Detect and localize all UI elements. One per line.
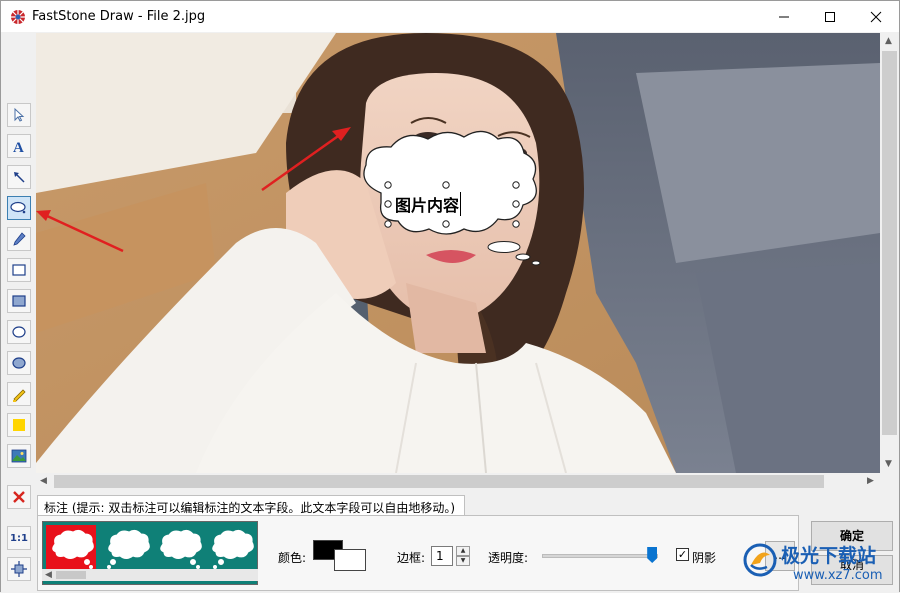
text-a-icon: A — [13, 140, 24, 154]
border-width-input[interactable]: 1 — [431, 546, 453, 566]
pencil-icon — [13, 232, 26, 246]
filled-rectangle-icon — [12, 295, 26, 307]
watermark-url: www.xz7.com — [793, 568, 883, 583]
photo-image — [36, 33, 880, 473]
text-tool-button[interactable]: A — [7, 134, 31, 158]
opacity-label: 透明度: — [488, 551, 529, 565]
rectangle-tool-button[interactable] — [7, 258, 31, 282]
scroll-down-icon[interactable]: ▼ — [885, 460, 892, 469]
red-x-icon — [13, 491, 25, 503]
one-to-one-icon: 1:1 — [10, 532, 28, 544]
horizontal-scroll-thumb[interactable] — [54, 475, 824, 488]
rectangle-icon — [12, 264, 26, 276]
style-scroll-left-icon[interactable]: ◀ — [45, 571, 52, 580]
arrow-tool-button[interactable] — [7, 165, 31, 189]
style-scroll-thumb[interactable] — [56, 571, 86, 579]
watermark-logo-icon — [743, 543, 777, 577]
svg-text:A: A — [13, 140, 24, 154]
opacity-slider-thumb[interactable] — [647, 547, 658, 563]
window-title: FastStone Draw - File 2.jpg — [32, 9, 206, 24]
pointer-icon — [14, 107, 25, 122]
app-window: FastStone Draw - File 2.jpg A 1:1 图片内容 ▲… — [0, 0, 900, 593]
scrollbar-corner — [880, 473, 899, 490]
drawing-canvas[interactable]: 图片内容 — [36, 33, 880, 473]
ellipse-callout-icon — [10, 201, 26, 214]
style-scrollbar[interactable]: ◀ — [42, 569, 258, 581]
scroll-left-icon[interactable]: ◀ — [40, 477, 47, 486]
faststone-app-icon — [11, 10, 25, 24]
stepper-down-icon[interactable]: ▼ — [456, 556, 470, 566]
callout-text[interactable]: 图片内容 — [395, 192, 462, 216]
opacity-slider-track[interactable] — [542, 554, 658, 558]
site-watermark: 极光下载站 www.xz7.com — [741, 539, 899, 589]
color-label: 颜色: — [278, 551, 307, 565]
fit-window-icon — [11, 561, 27, 577]
close-icon — [870, 11, 882, 22]
watermark-name: 极光下载站 — [781, 545, 877, 567]
callout-tool-button[interactable] — [7, 196, 31, 220]
select-tool-button[interactable] — [7, 103, 31, 127]
filled-ellipse-tool-button[interactable] — [7, 351, 31, 375]
delete-tool-button[interactable] — [7, 485, 31, 509]
scroll-up-icon[interactable]: ▲ — [885, 37, 892, 46]
filled-rectangle-tool-button[interactable] — [7, 289, 31, 313]
tab-body: ◀ 颜色: 边框: 1 ▲ ▼ 透明度: ✓ 阴影 ... — [37, 515, 799, 591]
maximize-button[interactable] — [807, 1, 853, 32]
yellow-square-icon — [13, 419, 25, 431]
highlighter-icon — [13, 389, 26, 402]
title-bar: FastStone Draw - File 2.jpg — [1, 1, 899, 32]
filled-ellipse-icon — [12, 357, 26, 369]
tool-palette: A 1:1 — [1, 32, 35, 593]
picture-icon — [11, 449, 27, 463]
highlighter-tool-button[interactable] — [7, 382, 31, 406]
horizontal-scrollbar[interactable]: ◀ ▶ — [36, 473, 880, 490]
vertical-scroll-thumb[interactable] — [882, 51, 897, 435]
ellipse-icon — [12, 326, 26, 338]
stepper-up-icon[interactable]: ▲ — [456, 546, 470, 556]
arrow-line-icon — [14, 172, 25, 183]
fill-tool-button[interactable] — [7, 413, 31, 437]
tab-callout[interactable]: 标注 (提示: 双击标注可以编辑标注的文本字段。此文本字段可以自由地移动。) — [37, 495, 465, 516]
shadow-label: 阴影 — [692, 551, 717, 565]
ellipse-tool-button[interactable] — [7, 320, 31, 344]
close-button[interactable] — [853, 1, 899, 32]
maximize-icon — [825, 11, 835, 22]
actual-size-button[interactable]: 1:1 — [7, 526, 31, 550]
vertical-scrollbar[interactable]: ▲ ▼ — [880, 33, 899, 473]
border-label: 边框: — [397, 551, 426, 565]
shadow-checkbox[interactable]: ✓ — [676, 548, 689, 561]
fit-window-button[interactable] — [7, 557, 31, 581]
red-arrow-to-tool — [36, 210, 124, 253]
border-width-stepper[interactable]: ▲ ▼ — [456, 546, 470, 566]
minimize-button[interactable] — [761, 1, 807, 32]
scroll-right-icon[interactable]: ▶ — [867, 477, 874, 486]
image-tool-button[interactable] — [7, 444, 31, 468]
background-color-swatch[interactable] — [334, 549, 366, 571]
minimize-icon — [779, 16, 789, 17]
pen-tool-button[interactable] — [7, 227, 31, 251]
